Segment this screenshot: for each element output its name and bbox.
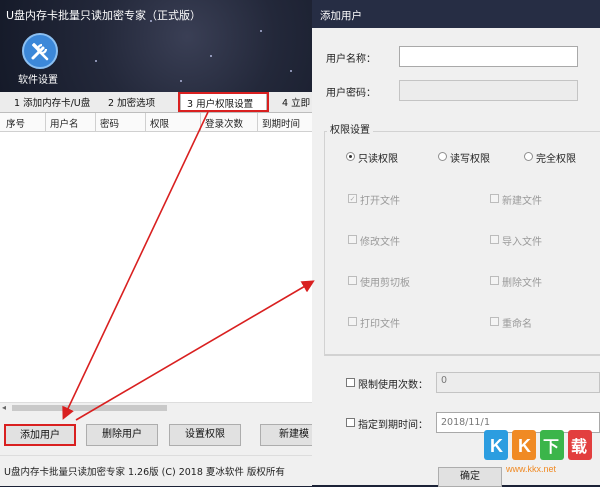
checkbox-modify-file-label: 修改文件 <box>360 237 400 248</box>
tab-encrypt-options[interactable]: 2 加密选项 <box>108 95 155 109</box>
watermark: K K 下 载 www.kkx.net <box>482 428 597 478</box>
checkbox-print-file-label: 打印文件 <box>360 319 400 330</box>
app-title: U盘内存卡批量只读加密专家（正式版） <box>6 9 202 22</box>
checkbox-delete-file-label: 删除文件 <box>502 278 542 289</box>
settings-label: 软件设置 <box>18 75 58 86</box>
checkbox-new-file-label: 新建文件 <box>502 196 542 207</box>
checkbox-expire-date[interactable] <box>346 418 355 427</box>
tab-start[interactable]: 4 立即 <box>282 95 310 109</box>
scroll-thumb[interactable] <box>12 405 167 411</box>
radio-readonly-label: 只读权限 <box>358 154 398 165</box>
limit-count-input[interactable]: 0 <box>436 372 600 393</box>
status-bar: U盘内存卡批量只读加密专家 1.26版 (C) 2018 夏冰软件 版权所有 <box>0 455 312 486</box>
checkbox-delete-file[interactable] <box>490 276 499 285</box>
watermark-url: www.kkx.net <box>506 464 557 474</box>
main-window: U盘内存卡批量只读加密专家（正式版） 软件设置 1 添加内存卡/U盘 2 加密选… <box>0 0 314 486</box>
checkbox-open-file-label: 打开文件 <box>360 196 400 207</box>
svg-text:载: 载 <box>571 437 587 456</box>
radio-readwrite[interactable] <box>438 152 447 161</box>
svg-text:下: 下 <box>543 437 559 456</box>
checkbox-clipboard[interactable] <box>348 276 357 285</box>
col-password: 密码 <box>100 119 120 130</box>
checkbox-print-file[interactable] <box>348 317 357 326</box>
checkbox-import-file[interactable] <box>490 235 499 244</box>
table-header: 序号 用户名 密码 权限 登录次数 到期时间 <box>0 113 312 132</box>
checkbox-new-file[interactable] <box>490 194 499 203</box>
permission-group-title: 权限设置 <box>327 121 373 136</box>
tab-highlight-box <box>178 92 269 112</box>
dialog-titlebar: 添加用户 <box>312 0 600 28</box>
user-table[interactable]: 序号 用户名 密码 权限 登录次数 到期时间 ◂ <box>0 113 312 414</box>
username-label: 用户名称： <box>326 54 376 65</box>
expire-date-label: 指定到期时间： <box>358 420 428 431</box>
set-permission-button[interactable]: 设置权限 <box>169 424 241 446</box>
scroll-left-icon[interactable]: ◂ <box>2 403 6 412</box>
settings-button[interactable] <box>22 33 58 69</box>
radio-readonly[interactable] <box>346 152 355 161</box>
col-username: 用户名 <box>50 119 79 130</box>
radio-full-label: 完全权限 <box>536 154 576 165</box>
radio-readwrite-label: 读写权限 <box>450 154 490 165</box>
checkbox-rename-label: 重命名 <box>502 319 532 330</box>
checkbox-modify-file[interactable] <box>348 235 357 244</box>
tools-icon <box>31 43 49 61</box>
tab-add-card[interactable]: 1 添加内存卡/U盘 <box>14 95 90 109</box>
limit-count-label: 限制使用次数： <box>358 380 428 391</box>
svg-text:K: K <box>490 436 503 456</box>
expire-date-value: 2018/11/ <box>441 417 484 428</box>
radio-full[interactable] <box>524 152 533 161</box>
expire-day-value: 1 <box>484 417 491 428</box>
button-bar: 添加用户 删除用户 设置权限 新建模 <box>0 413 314 455</box>
checkbox-rename[interactable] <box>490 317 499 326</box>
add-user-button[interactable]: 添加用户 <box>4 424 76 446</box>
username-input[interactable] <box>399 46 578 67</box>
dialog-divider <box>324 354 600 355</box>
checkbox-limit-count[interactable] <box>346 378 355 387</box>
delete-user-button[interactable]: 删除用户 <box>86 424 158 446</box>
new-template-button[interactable]: 新建模 <box>260 424 314 446</box>
dialog-title: 添加用户 <box>320 10 362 22</box>
checkbox-clipboard-label: 使用剪切板 <box>360 278 410 289</box>
col-permission: 权限 <box>150 119 170 130</box>
status-text: U盘内存卡批量只读加密专家 1.26版 (C) 2018 夏冰软件 版权所有 <box>4 467 285 478</box>
col-expire: 到期时间 <box>262 119 301 130</box>
col-login-count: 登录次数 <box>205 119 244 130</box>
checkbox-import-file-label: 导入文件 <box>502 237 542 248</box>
password-input[interactable] <box>399 80 578 101</box>
add-user-dialog: 添加用户 用户名称： 用户密码： 权限设置 只读权限 读写权限 完全权限 ✓ 打… <box>312 0 600 487</box>
app-header: U盘内存卡批量只读加密专家（正式版） 软件设置 <box>0 0 312 92</box>
svg-text:K: K <box>518 436 531 456</box>
password-label: 用户密码： <box>326 88 376 99</box>
col-index: 序号 <box>6 119 26 130</box>
checkbox-open-file[interactable]: ✓ <box>348 194 357 203</box>
